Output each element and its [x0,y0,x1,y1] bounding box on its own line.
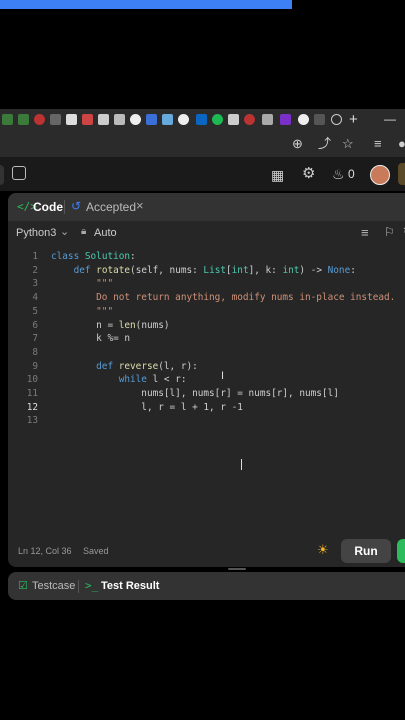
history-icon: ↺ [71,199,82,213]
line-number: 8 [32,346,38,358]
code-line: """ [51,305,114,317]
line-number: 13 [26,415,38,427]
editor-toolbar: Python3 ⌄ 🔒︎ Auto ≡ ⚐ ↻ [8,221,405,247]
minimize-window-icon[interactable]: — [384,112,396,126]
bookmark-star-icon[interactable]: ☆ [342,136,354,152]
save-status: Saved [83,546,109,556]
line-number: 9 [32,360,38,372]
code-line: class Solution: [51,251,136,262]
code-line: k %= n [51,333,131,345]
code-line: while l < r: [118,374,187,386]
share-icon[interactable]: ⤴ [318,136,331,152]
tab-favicon-icon[interactable] [244,114,255,125]
top-progress-strip [0,0,292,9]
run-button[interactable]: Run [341,539,391,563]
line-number: 11 [26,388,38,399]
note-icon[interactable] [12,166,26,180]
language-select[interactable]: Python3 [16,227,56,239]
tab-favicon-icon[interactable] [34,114,45,125]
browser-tab-strip[interactable]: + — [0,109,405,131]
tab-favicon-icon[interactable] [2,114,13,125]
github-icon[interactable] [298,114,309,125]
panel-tab-bar: </> Code ↺ Accepted × [8,193,405,221]
cursor-position: Ln 12, Col 36 [18,546,72,556]
line-number: 5 [32,305,38,317]
tab-test-result[interactable]: Test Result [101,580,159,592]
code-line: nums[l], nums[r] = nums[r], nums[l] [51,388,339,399]
line-number: 10 [26,374,38,386]
tab-accepted[interactable]: Accepted [86,200,136,214]
lock-icon: 🔒︎ [81,226,87,237]
code-line: Do not return anything, modify nums in-p… [51,292,396,304]
premium-button[interactable] [398,163,405,185]
github-icon[interactable] [178,114,189,125]
line-number: 7 [32,333,38,345]
tab-favicon-icon[interactable] [18,114,29,125]
zoom-icon[interactable]: ⊕ [292,136,303,152]
code-line: """ [51,278,114,290]
tab-favicon-icon[interactable] [228,114,239,125]
code-editor[interactable]: 1 class Solution: 2 def rotate(self, num… [8,251,405,470]
checkbox-icon: ☑ [18,580,28,592]
github-icon[interactable] [130,114,141,125]
tab-favicon-icon[interactable] [280,114,291,125]
streak-fire-icon[interactable]: ♨ [332,165,345,183]
tab-favicon-icon[interactable] [98,114,109,125]
tab-favicon-icon[interactable] [314,114,325,125]
code-line: l, r = l + 1, r -1 [51,401,243,413]
tab-testcase[interactable]: Testcase [32,580,75,592]
bookmark-icon[interactable]: ⚐ [384,225,395,239]
tab-favicon-icon[interactable] [162,114,173,125]
resize-handle[interactable] [228,568,246,570]
new-tab-icon[interactable]: + [349,111,358,128]
code-panel: </> Code ↺ Accepted × Python3 ⌄ 🔒︎ Auto … [8,193,405,567]
settings-gear-icon[interactable]: ⚙ [302,165,315,183]
code-line: def reverse(l, r): [96,360,198,372]
tab-favicon-icon[interactable] [262,114,273,125]
text-cursor [241,459,242,470]
debug-icon[interactable]: ☀ [317,542,329,558]
mouse-ibeam-icon: I [221,370,225,382]
layout-grid-icon[interactable]: ▦ [271,166,284,184]
tab-favicon-icon[interactable] [82,114,93,125]
line-number: 4 [32,292,38,304]
tab-favicon-icon[interactable] [50,114,61,125]
avatar[interactable] [370,165,390,185]
bookmarks-list-icon[interactable]: ≡ [374,136,382,152]
format-icon[interactable]: ≡ [361,225,369,240]
globe-icon[interactable] [331,114,342,125]
code-line: def rotate(self, nums: List[int], k: int… [73,264,356,276]
close-icon[interactable]: × [136,198,144,213]
code-line: n = len(nums) [51,319,170,331]
browser-address-bar[interactable]: ⊕ ⤴ ☆ ≡ ● [0,131,405,158]
tab-favicon-icon[interactable] [66,114,77,125]
tab-code[interactable]: Code [33,200,63,214]
line-number: 2 [32,264,38,276]
tab-favicon-icon[interactable] [146,114,157,125]
terminal-icon: >_ [85,579,99,592]
app-header: ▦ ⚙ ♨ 0 [0,158,405,191]
streak-count: 0 [348,167,355,181]
test-panel-tabs: ☑ Testcase >_ Test Result [8,572,405,600]
line-number: 6 [32,319,38,331]
line-number: 3 [32,278,38,290]
tab-favicon-icon[interactable] [114,114,125,125]
auto-label: Auto [94,227,117,239]
line-number: 12 [26,401,38,413]
profile-icon[interactable]: ● [398,136,405,152]
submit-button[interactable] [397,539,405,563]
line-number: 1 [32,251,38,262]
linkedin-icon[interactable] [196,114,207,125]
spotify-icon[interactable] [212,114,223,125]
chevron-down-icon[interactable]: ⌄ [60,225,69,238]
